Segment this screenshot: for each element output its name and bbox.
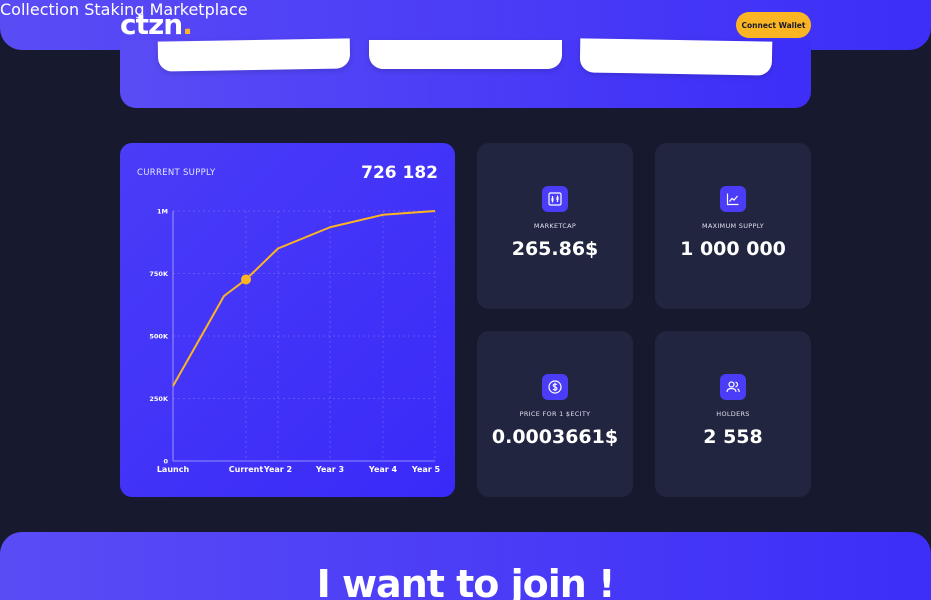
price-value: 0.0003661$ — [491, 426, 619, 448]
ctzn-logo[interactable]: ctzn. — [120, 8, 193, 41]
y-tick-label: 1M — [157, 208, 168, 216]
y-tick-label: 500K — [149, 333, 169, 341]
hero-card-3 — [579, 38, 773, 76]
connect-wallet-button[interactable]: Connect Wallet — [736, 12, 811, 38]
marketcap-label: MARKETCAP — [533, 222, 577, 230]
logo-text: ctzn — [120, 8, 183, 41]
x-tick-label: Year 2 — [263, 465, 292, 474]
supply-series-line — [172, 210, 436, 387]
current-supply-point — [241, 274, 251, 285]
maximum-supply-value: 1 000 000 — [680, 238, 786, 260]
stat-card-holders: HOLDERS 2 558 — [655, 331, 811, 497]
hero-card-2 — [369, 40, 562, 69]
users-icon — [720, 374, 746, 400]
y-tick-label: 750K — [149, 270, 169, 278]
supply-line-chart: 0250K500K750K1MLaunch Current Year 2 Year 3… — [149, 208, 441, 475]
x-tick-label: Year 3 — [315, 465, 344, 474]
line-chart-icon — [720, 186, 746, 212]
x-tick-label: Year 4 — [368, 465, 398, 474]
x-tick-label: Current — [229, 465, 264, 474]
nav-link-collection[interactable]: Collection — [0, 0, 79, 19]
current-supply-card: CURRENT SUPPLY 726 182 0 250K 500K 750K 1M La… — [120, 143, 455, 497]
logo-dot: . — [182, 8, 193, 41]
stat-card-price: PRICE FOR 1 $ECITY 0.0003661$ — [477, 331, 633, 497]
y-tick-label: 250K — [149, 395, 169, 403]
stat-card-maximum-supply: MAXIMUM SUPPLY 1 000 000 — [655, 143, 811, 309]
maximum-supply-label: MAXIMUM SUPPLY — [701, 222, 765, 230]
x-tick-label: Launch — [157, 465, 190, 474]
x-tick-label: Year 5 — [411, 465, 441, 474]
marketcap-value: 265.86$ — [511, 238, 599, 260]
price-label: PRICE FOR 1 $ECITY — [519, 410, 591, 418]
join-banner: I want to join ! — [0, 532, 931, 600]
join-title: I want to join ! — [316, 562, 616, 600]
hero-panel — [120, 38, 811, 108]
dollar-coin-icon — [542, 374, 568, 400]
holders-value: 2 558 — [703, 426, 763, 448]
hero-card-1 — [157, 38, 351, 72]
holders-label: HOLDERS — [716, 410, 750, 418]
stat-card-marketcap: MARKETCAP 265.86$ — [477, 143, 633, 309]
candlestick-chart-icon — [542, 186, 568, 212]
